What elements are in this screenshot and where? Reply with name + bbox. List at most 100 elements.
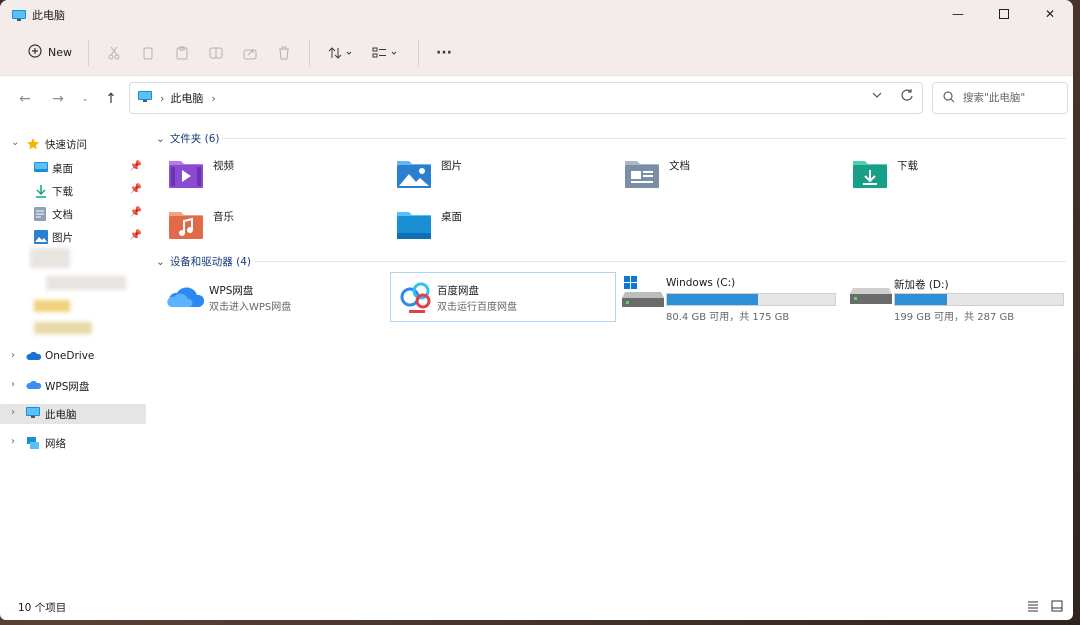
video-folder-icon <box>167 155 205 191</box>
details-view-button[interactable] <box>1027 600 1039 615</box>
more-button[interactable]: ··· <box>427 37 461 69</box>
group-divider <box>255 261 1066 262</box>
back-button[interactable]: ← <box>14 88 36 110</box>
wps-cloud-icon <box>167 281 207 314</box>
breadcrumb-separator: › <box>211 91 216 105</box>
sidebar-item-label: 此电脑 <box>45 409 77 421</box>
folder-pictures[interactable]: 图片 <box>395 152 615 194</box>
paste-icon <box>176 46 188 59</box>
new-label: New <box>48 46 72 59</box>
arrow-right-icon: → <box>52 91 64 107</box>
device-name: WPS网盘 <box>209 285 254 297</box>
copy-icon <box>143 47 153 59</box>
navigation-row: ← → ⌄ ↑ › 此电脑 › <box>0 76 1073 121</box>
up-button[interactable]: ↑ <box>100 88 122 110</box>
sidebar-item-label: OneDrive <box>45 350 95 362</box>
close-button[interactable]: ✕ <box>1027 0 1073 28</box>
sidebar-item-label: 文档 <box>52 209 73 221</box>
recent-locations-button[interactable]: ⌄ <box>74 88 96 110</box>
chevron-right-icon: › <box>11 350 15 361</box>
pc-icon <box>12 9 26 21</box>
sidebar-item-onedrive[interactable]: › OneDrive <box>0 347 146 367</box>
sidebar-item-quick-access[interactable]: ⌄ 快速访问 <box>0 134 146 154</box>
pc-icon <box>138 90 152 106</box>
download-icon <box>34 184 48 198</box>
chevron-right-icon: › <box>11 379 15 390</box>
minimize-button[interactable]: — <box>935 0 981 28</box>
tiles-view-button[interactable] <box>1051 600 1063 615</box>
chevron-down-icon <box>872 92 882 98</box>
folder-label: 视频 <box>213 160 234 172</box>
cut-button[interactable] <box>97 37 131 69</box>
group-divider <box>222 138 1066 139</box>
chevron-down-icon: ⌄ <box>156 132 165 145</box>
sidebar-item-pictures[interactable]: 图片 📌 <box>0 227 146 247</box>
redacted-item <box>34 322 92 334</box>
drive-name: Windows (C:) <box>666 277 736 289</box>
folder-music[interactable]: 音乐 <box>167 203 387 245</box>
sort-icon <box>328 46 352 59</box>
pin-icon: 📌 <box>129 161 142 172</box>
redacted-item <box>30 248 70 268</box>
breadcrumb-item[interactable]: 此电脑 <box>170 90 203 106</box>
drive-name: 新加卷 (D:) <box>894 279 949 291</box>
download-folder-icon <box>851 155 889 191</box>
sidebar-item-documents[interactable]: 文档 📌 <box>0 204 146 224</box>
document-folder-icon <box>623 155 661 191</box>
folder-label: 图片 <box>441 160 462 172</box>
folder-documents[interactable]: 文档 <box>623 152 843 194</box>
drive-c[interactable]: Windows (C:) 80.4 GB 可用，共 175 GB <box>620 275 844 323</box>
window-title: 此电脑 <box>32 9 65 22</box>
drive-usage-fill <box>895 294 948 305</box>
folder-label: 桌面 <box>441 211 462 223</box>
chevron-down-icon: ⌄ <box>81 94 89 104</box>
device-description: 双击运行百度网盘 <box>437 302 517 313</box>
search-icon <box>943 90 955 106</box>
sort-button[interactable] <box>318 37 364 69</box>
window-controls: — ✕ <box>935 0 1073 30</box>
sidebar-item-desktop[interactable]: 桌面 📌 <box>0 158 146 178</box>
document-icon <box>34 207 48 221</box>
delete-icon <box>279 46 289 59</box>
sidebar-item-label: 桌面 <box>52 163 73 175</box>
folder-videos[interactable]: 视频 <box>167 152 387 194</box>
maximize-button[interactable] <box>981 0 1027 28</box>
sidebar-item-network[interactable]: › 网络 <box>0 433 146 453</box>
device-baidu-cloud[interactable]: 百度网盘 双击运行百度网盘 <box>390 272 616 322</box>
toolbar-divider <box>309 39 310 66</box>
address-dropdown-button[interactable] <box>872 90 882 103</box>
drive-d[interactable]: 新加卷 (D:) 199 GB 可用，共 287 GB <box>848 275 1072 323</box>
onedrive-icon <box>26 350 42 364</box>
folder-label: 下载 <box>897 160 918 172</box>
folder-downloads[interactable]: 下载 <box>851 152 1071 194</box>
sidebar-item-downloads[interactable]: 下载 📌 <box>0 181 146 201</box>
view-icon <box>372 47 397 57</box>
forward-button[interactable]: → <box>47 88 69 110</box>
folder-desktop[interactable]: 桌面 <box>395 203 615 245</box>
new-button[interactable]: New <box>20 38 80 67</box>
pin-icon: 📌 <box>129 184 142 195</box>
share-button[interactable] <box>233 37 267 69</box>
search-box[interactable] <box>932 82 1068 114</box>
copy-button[interactable] <box>131 37 165 69</box>
pc-icon <box>26 407 40 421</box>
hard-drive-icon <box>850 275 892 312</box>
devices-group-header[interactable]: ⌄ 设备和驱动器 (4) <box>156 254 251 269</box>
view-button[interactable] <box>364 37 410 69</box>
folder-label: 音乐 <box>213 211 234 223</box>
sidebar-item-label: 网络 <box>45 438 66 450</box>
refresh-button[interactable] <box>900 88 914 105</box>
folders-group-header[interactable]: ⌄ 文件夹 (6) <box>156 131 220 146</box>
paste-button[interactable] <box>165 37 199 69</box>
sidebar-item-this-pc[interactable]: › 此电脑 <box>0 404 146 424</box>
command-bar: New ··· <box>0 30 1073 76</box>
desktop-icon <box>34 161 48 175</box>
drive-usage-fill <box>667 294 758 305</box>
rename-button[interactable] <box>199 37 233 69</box>
delete-button[interactable] <box>267 37 301 69</box>
pin-icon: 📌 <box>129 230 142 241</box>
search-input[interactable] <box>961 91 1061 105</box>
device-wps-cloud[interactable]: WPS网盘 双击进入WPS网盘 <box>163 273 387 321</box>
sidebar-item-wps-cloud[interactable]: › WPS网盘 <box>0 376 146 396</box>
address-bar[interactable]: › 此电脑 › <box>129 82 923 114</box>
